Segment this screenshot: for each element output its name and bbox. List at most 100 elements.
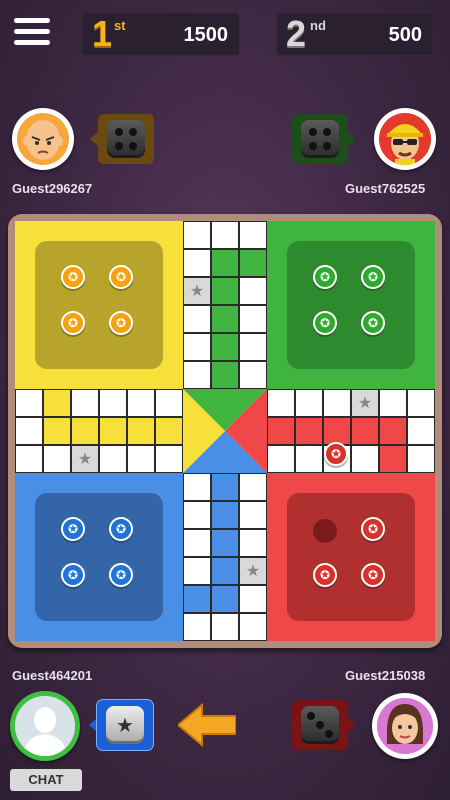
safe-star-cell: ★ (239, 557, 267, 585)
board-cell (211, 501, 239, 529)
green-token[interactable]: ✪ (361, 311, 385, 337)
blue-token[interactable]: ✪ (61, 517, 85, 543)
board-cell (239, 221, 267, 249)
yellow-token[interactable]: ✪ (109, 311, 133, 337)
red-token[interactable]: ✪ (361, 563, 385, 589)
menu-button[interactable] (14, 18, 50, 50)
red-token[interactable]: ✪ (324, 442, 348, 468)
board-cell (183, 473, 211, 501)
board-cell (379, 445, 407, 473)
board-cell (351, 445, 379, 473)
board-cell (211, 557, 239, 585)
dice-holder-top-right (292, 114, 348, 164)
green-token[interactable]: ✪ (313, 265, 337, 291)
star-icon: ✪ (319, 568, 331, 582)
dice-pointer-top-right (348, 132, 356, 146)
board-cell (127, 417, 155, 445)
board-cell (71, 389, 99, 417)
board-cell (211, 473, 239, 501)
star-icon: ✪ (367, 568, 379, 582)
board-cell (183, 249, 211, 277)
board-cell (239, 249, 267, 277)
board-cell (407, 445, 435, 473)
first-rank-number: 1 (92, 13, 113, 54)
woman-avatar-icon (377, 698, 433, 754)
star-icon: ✪ (115, 270, 127, 284)
blue-token[interactable]: ✪ (61, 563, 85, 589)
board-cell (239, 333, 267, 361)
board-cell (239, 361, 267, 389)
second-place-panel: 2 nd 500 (276, 12, 434, 56)
board-cell (183, 585, 211, 613)
first-score: 1500 (183, 24, 229, 46)
board-cell (99, 417, 127, 445)
board-cell (211, 585, 239, 613)
red-token[interactable]: ✪ (313, 563, 337, 589)
board-cell (183, 613, 211, 641)
second-rank-number: 2 (286, 13, 307, 54)
dice-pointer-bottom-right (348, 718, 356, 732)
board-cell (239, 305, 267, 333)
board-cell (239, 585, 267, 613)
star-icon: ★ (357, 395, 373, 412)
board-cell (239, 501, 267, 529)
avatar-bottom-left[interactable] (10, 691, 80, 761)
star-icon: ✪ (115, 316, 127, 330)
yellow-token[interactable]: ✪ (61, 265, 85, 291)
board-cell (15, 445, 43, 473)
board-cell (239, 277, 267, 305)
star-icon: ✪ (330, 447, 342, 461)
player-name-top-right: Guest762525 (345, 181, 426, 196)
dice-pointer-bottom-left (89, 718, 97, 732)
board-cell (183, 333, 211, 361)
blue-home-yard (35, 493, 163, 621)
board-cell (183, 221, 211, 249)
dice-roll-button[interactable]: ★ (97, 700, 153, 750)
star-icon: ✪ (67, 316, 79, 330)
blue-token[interactable]: ✪ (109, 563, 133, 589)
red-token[interactable]: ✪ (361, 517, 385, 543)
safe-star-cell: ★ (351, 389, 379, 417)
dice-three-icon (301, 706, 339, 744)
avatar-bottom-right[interactable] (372, 693, 438, 759)
star-icon: ✪ (367, 316, 379, 330)
board-cell (211, 333, 239, 361)
board-cell (183, 557, 211, 585)
avatar-top-left[interactable] (12, 108, 74, 170)
blue-home (15, 473, 183, 641)
blue-token[interactable]: ✪ (109, 517, 133, 543)
yellow-token[interactable]: ✪ (109, 265, 133, 291)
yellow-token[interactable]: ✪ (61, 311, 85, 337)
board-cell (71, 417, 99, 445)
green-token[interactable]: ✪ (361, 265, 385, 291)
board-cell (379, 389, 407, 417)
second-rank-suffix: nd (310, 18, 326, 33)
board-cell (407, 417, 435, 445)
board-cell (323, 417, 351, 445)
avatar-top-right[interactable] (374, 108, 436, 170)
board-cell (211, 221, 239, 249)
ludo-board: ★ ★ ★ ★ ✪ ✪ ✪ ✪ ✪ ✪ ✪ ✪ ✪ ✪ ✪ ✪ ✪ ✪ ✪ ✪ (15, 221, 435, 641)
board-cell (155, 389, 183, 417)
center-finish-area (183, 389, 267, 473)
menu-line (14, 29, 50, 34)
board-cell (43, 417, 71, 445)
board-cell (407, 389, 435, 417)
star-icon: ★ (245, 563, 261, 580)
dice-holder-top-left (98, 114, 154, 164)
player-name-bottom-right: Guest215038 (345, 668, 426, 683)
dice-pointer-top-left (90, 132, 98, 146)
board-cell (155, 445, 183, 473)
dice-four-icon (107, 120, 145, 158)
board-cell (267, 417, 295, 445)
board-cell (43, 445, 71, 473)
green-token[interactable]: ✪ (313, 311, 337, 337)
board-cell (99, 445, 127, 473)
board-cell (183, 361, 211, 389)
board-cell (351, 417, 379, 445)
construction-worker-avatar-icon (379, 113, 431, 165)
board-cell (211, 361, 239, 389)
player-name-top-left: Guest296267 (12, 181, 93, 196)
chat-button[interactable]: CHAT (10, 769, 82, 791)
star-icon: ✪ (115, 522, 127, 536)
